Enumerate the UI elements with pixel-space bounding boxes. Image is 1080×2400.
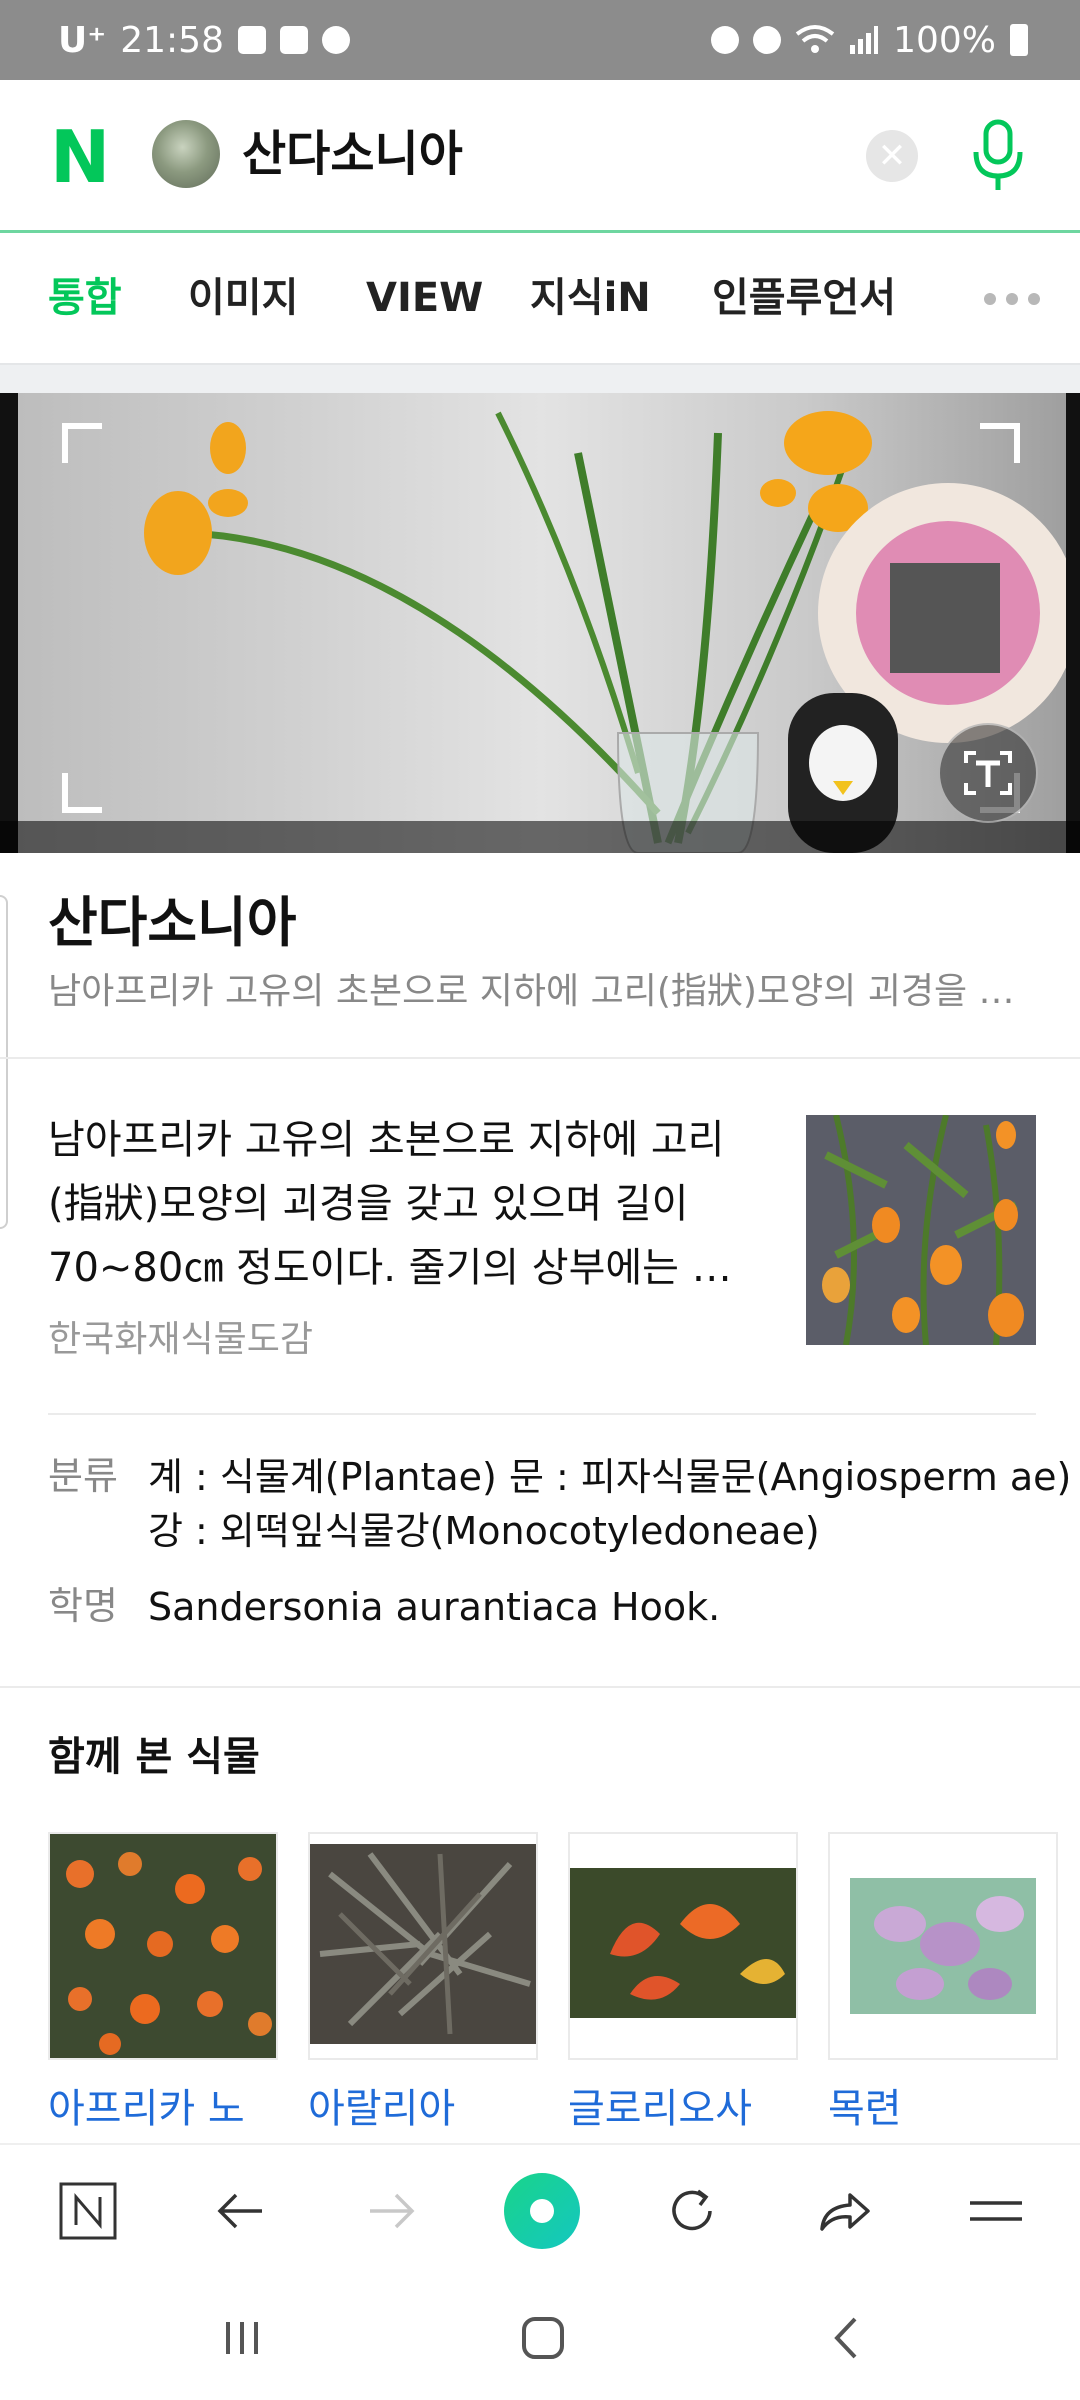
signal-icon bbox=[850, 26, 879, 54]
related-thumbnail[interactable] bbox=[568, 1832, 798, 2060]
info-value: 계 : 식물계(Plantae) 문 : 피자식물문(Angiosperm ae… bbox=[148, 1455, 1072, 1553]
related-item[interactable]: 아프리카 노 bbox=[48, 1832, 278, 2136]
battery-icon bbox=[1010, 24, 1028, 56]
clock: 21:58 bbox=[120, 19, 224, 61]
browser-toolbar bbox=[0, 2143, 1080, 2275]
recents-icon bbox=[226, 2322, 258, 2354]
naver-logo[interactable]: N bbox=[50, 121, 110, 193]
info-row-scientific-name: 학명 Sandersonia aurantiaca Hook. bbox=[48, 1580, 1038, 1640]
naver-home-icon bbox=[59, 2182, 117, 2240]
home-button[interactable] bbox=[50, 2173, 126, 2249]
battery-percent: 100% bbox=[893, 19, 996, 61]
notification-icon bbox=[237, 26, 266, 54]
description-source[interactable]: 한국화재식물도감 bbox=[48, 1316, 313, 1364]
photo-icon bbox=[279, 26, 308, 54]
crop-handle-top-right[interactable] bbox=[980, 423, 1020, 463]
gloriosa-photo bbox=[570, 1834, 796, 2058]
tab-view[interactable]: VIEW bbox=[366, 271, 483, 325]
menu-button[interactable] bbox=[958, 2173, 1034, 2249]
share-button[interactable] bbox=[806, 2173, 882, 2249]
panel-edge-handle[interactable] bbox=[0, 895, 8, 1229]
divider bbox=[0, 1057, 1080, 1059]
search-header: N 산다소니아 ✕ bbox=[0, 80, 1080, 233]
related-label[interactable]: 목련 bbox=[828, 2082, 1058, 2136]
divider bbox=[48, 1413, 1036, 1415]
arrow-left-icon bbox=[217, 2193, 262, 2229]
more-dots-icon bbox=[984, 293, 996, 305]
lens-image-viewer[interactable] bbox=[0, 393, 1080, 853]
result-description[interactable]: 남아프리카 고유의 초본으로 지하에 고리(指狀)모양의 괴경을 갖고 있으며 … bbox=[48, 1108, 768, 1300]
data-saver-icon bbox=[711, 26, 740, 54]
info-label: 분류 bbox=[48, 1454, 118, 1498]
related-thumbnail[interactable] bbox=[48, 1832, 278, 2060]
clear-search-button[interactable]: ✕ bbox=[866, 130, 918, 182]
crop-handle-top-left[interactable] bbox=[62, 423, 102, 463]
info-row-classification: 분류 계 : 식물계(Plantae) 문 : 피자식물문(Angiosperm… bbox=[48, 1450, 1071, 1560]
forward-button[interactable] bbox=[354, 2173, 430, 2249]
share-icon bbox=[820, 2193, 870, 2231]
result-title[interactable]: 산다소니아 bbox=[48, 888, 296, 958]
wifi-icon bbox=[795, 25, 835, 53]
android-navigation-bar bbox=[0, 2273, 1080, 2400]
crop-frame[interactable] bbox=[62, 423, 1020, 813]
crop-handle-bottom-left[interactable] bbox=[62, 773, 102, 813]
microphone-icon bbox=[973, 119, 1023, 190]
text-recognition-button[interactable] bbox=[938, 723, 1038, 823]
status-bar: U⁺ 21:58 100% bbox=[0, 0, 1080, 80]
related-thumbnail[interactable] bbox=[828, 1832, 1058, 2060]
query-image-thumbnail[interactable] bbox=[152, 120, 220, 188]
refresh-icon bbox=[672, 2189, 712, 2231]
shutter-icon bbox=[321, 26, 350, 54]
related-item[interactable]: 글로리오사 bbox=[568, 1832, 798, 2136]
status-right: 100% bbox=[711, 0, 1028, 80]
back-nav-button[interactable] bbox=[812, 2303, 882, 2373]
info-value: Sandersonia aurantiaca Hook. bbox=[148, 1585, 721, 1629]
result-subtitle: 남아프리카 고유의 초본으로 지하에 고리(指狀)모양의 괴경을 갖고 있으며 bbox=[48, 971, 1038, 1012]
tab-integrated[interactable]: 통합 bbox=[48, 271, 122, 325]
related-thumbnail[interactable] bbox=[308, 1832, 538, 2060]
related-label[interactable]: 아프리카 노 bbox=[48, 2082, 278, 2136]
close-icon: ✕ bbox=[877, 136, 907, 176]
tab-knowledge-in[interactable]: 지식iN bbox=[530, 271, 651, 325]
chevron-left-icon bbox=[834, 2317, 857, 2359]
related-label[interactable]: 글로리오사 bbox=[568, 2082, 798, 2136]
search-query[interactable]: 산다소니아 bbox=[242, 124, 463, 184]
hamburger-menu-icon bbox=[970, 2201, 1022, 2221]
text-scan-icon bbox=[964, 751, 1012, 795]
african-daisy-photo bbox=[50, 1834, 276, 2058]
related-item[interactable]: 아랄리아 bbox=[308, 1832, 538, 2136]
alarm-icon bbox=[753, 26, 782, 54]
home-nav-button[interactable] bbox=[508, 2303, 578, 2373]
green-dot-icon bbox=[504, 2173, 580, 2249]
status-left: U⁺ 21:58 bbox=[58, 0, 350, 80]
refresh-button[interactable] bbox=[654, 2173, 730, 2249]
section-divider bbox=[0, 1686, 1080, 1688]
section-gap bbox=[0, 365, 1080, 393]
search-tabs: 통합 이미지 VIEW 지식iN 인플루언서 bbox=[0, 233, 1080, 365]
recent-apps-button[interactable] bbox=[207, 2303, 277, 2373]
related-item[interactable]: 목련 bbox=[828, 1832, 1058, 2136]
voice-search-button[interactable] bbox=[968, 118, 1028, 194]
info-label: 학명 bbox=[48, 1584, 118, 1628]
arrow-right-icon bbox=[370, 2193, 415, 2229]
tab-images[interactable]: 이미지 bbox=[188, 271, 298, 325]
related-label[interactable]: 아랄리아 bbox=[308, 2082, 538, 2136]
related-section-title: 함께 본 식물 bbox=[48, 1734, 260, 1780]
carrier-label: U⁺ bbox=[58, 19, 107, 61]
magnolia-photo bbox=[830, 1834, 1056, 2058]
home-square-icon bbox=[522, 2317, 564, 2359]
green-dot-button[interactable] bbox=[502, 2171, 582, 2251]
more-tabs-button[interactable] bbox=[984, 293, 1040, 305]
aralia-photo bbox=[310, 1834, 536, 2058]
back-button[interactable] bbox=[202, 2173, 278, 2249]
crop-dim-overlay bbox=[0, 821, 1080, 853]
sandersonia-photo bbox=[806, 1115, 1036, 1345]
tab-influencer[interactable]: 인플루언서 bbox=[712, 271, 896, 325]
description-thumbnail[interactable] bbox=[806, 1115, 1036, 1345]
